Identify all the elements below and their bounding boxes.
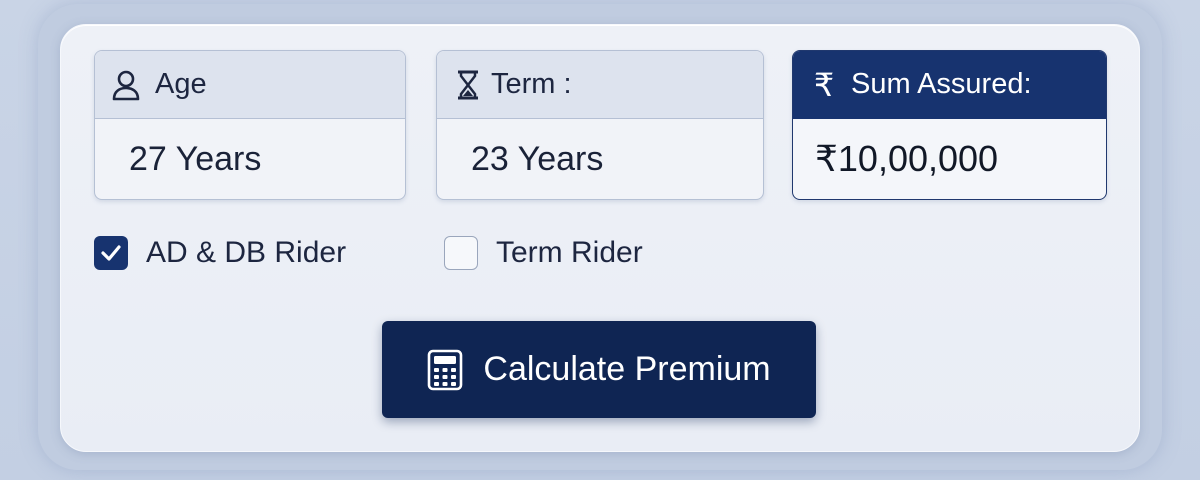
user-icon	[109, 68, 143, 102]
sum-assured-value[interactable]: ₹10,00,000	[793, 119, 1106, 199]
term-rider-label: Term Rider	[496, 236, 643, 269]
term-value[interactable]: 23 Years	[437, 119, 763, 199]
age-field[interactable]: Age 27 Years	[94, 50, 406, 200]
rupee-icon: ₹	[813, 66, 835, 103]
term-rider-option[interactable]: Term Rider	[444, 236, 643, 270]
age-field-header: Age	[95, 51, 405, 119]
calculate-premium-label: Calculate Premium	[483, 350, 771, 388]
hourglass-icon	[451, 68, 485, 102]
sum-assured-label: Sum Assured:	[851, 68, 1032, 100]
term-label: Term :	[491, 68, 572, 100]
ad-db-rider-option[interactable]: AD & DB Rider	[94, 236, 346, 270]
age-label: Age	[155, 68, 207, 100]
calculator-icon	[427, 349, 463, 391]
age-value[interactable]: 27 Years	[95, 119, 405, 199]
term-rider-checkbox[interactable]	[444, 236, 478, 270]
term-field-header: Term :	[437, 51, 763, 119]
ad-db-rider-checkbox[interactable]	[94, 236, 128, 270]
sum-assured-field[interactable]: ₹ Sum Assured: ₹10,00,000	[792, 50, 1107, 200]
ad-db-rider-label: AD & DB Rider	[146, 236, 347, 269]
calculate-premium-button[interactable]: Calculate Premium	[382, 321, 816, 418]
term-field[interactable]: Term : 23 Years	[436, 50, 764, 200]
checkmark-icon	[101, 245, 121, 261]
sum-assured-field-header: ₹ Sum Assured:	[793, 51, 1106, 119]
